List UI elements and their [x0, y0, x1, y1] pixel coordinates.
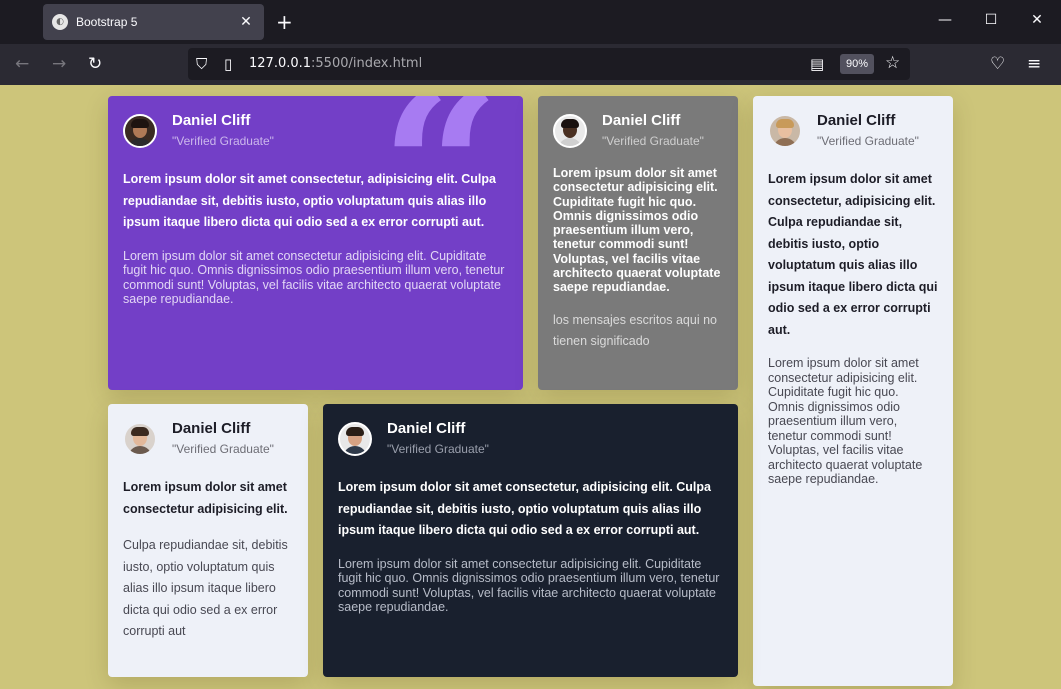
author-role: "Verified Graduate" [387, 442, 489, 456]
testimonial-body: Culpa repudiandae sit, debitis iusto, op… [123, 538, 288, 638]
url-bar[interactable]: ⛉ ▯ 127.0.0.1:5500/index.html ▤ 90% ☆ [188, 48, 910, 80]
testimonial-card-2: Daniel Cliff "Verified Graduate" Lorem i… [538, 96, 738, 390]
back-arrow-icon[interactable]: ← [15, 54, 29, 74]
card-header: Daniel Cliff "Verified Graduate" [338, 420, 723, 457]
close-window-icon[interactable]: ✕ [1027, 12, 1047, 28]
bookmark-star-icon[interactable]: ☆ [885, 53, 900, 73]
avatar [553, 113, 587, 148]
testimonial-body: Lorem ipsum dolor sit amet consectetur a… [768, 356, 923, 486]
browser-tab-bar: ◐ Bootstrap 5 ✕ + — ☐ ✕ [0, 0, 1061, 44]
reader-view-icon[interactable]: ▤ [810, 54, 824, 74]
browser-tab[interactable]: ◐ Bootstrap 5 ✕ [43, 4, 264, 40]
close-tab-icon[interactable]: ✕ [234, 14, 258, 30]
author-role: "Verified Graduate" [817, 134, 919, 148]
testimonial-lead: Lorem ipsum dolor sit amet consectetur, … [768, 172, 938, 337]
url-path: :5500/index.html [311, 56, 423, 71]
shield-icon[interactable]: ⛉ [196, 54, 207, 74]
reload-icon[interactable]: ↻ [88, 54, 102, 74]
testimonial-card-5: Daniel Cliff "Verified Graduate" Lorem i… [323, 404, 738, 677]
card-header: Daniel Cliff "Verified Graduate" [768, 112, 938, 149]
testimonial-lead: Lorem ipsum dolor sit amet consectetur a… [123, 480, 288, 516]
testimonial-body: los mensajes escritos aqui no tienen sig… [553, 312, 717, 349]
url-text[interactable]: 127.0.0.1:5500/index.html [249, 56, 422, 71]
avatar [123, 421, 157, 456]
menu-icon[interactable]: ≡ [1027, 54, 1041, 74]
avatar [123, 113, 157, 148]
forward-arrow-icon[interactable]: → [52, 54, 66, 74]
card-header: Daniel Cliff "Verified Graduate" [123, 420, 293, 457]
testimonial-lead: Lorem ipsum dolor sit amet consectetur, … [123, 172, 496, 229]
testimonial-card-1: “ Daniel Cliff "Verified Graduate" Lorem… [108, 96, 523, 390]
avatar [338, 421, 372, 456]
globe-icon: ◐ [52, 14, 68, 30]
card-header: Daniel Cliff "Verified Graduate" [553, 112, 723, 149]
url-host: 127.0.0.1 [249, 56, 312, 71]
author-name: Daniel Cliff [172, 112, 251, 129]
page-icon[interactable]: ▯ [224, 54, 232, 74]
testimonial-card-4: Daniel Cliff "Verified Graduate" Lorem i… [108, 404, 308, 677]
author-role: "Verified Graduate" [172, 442, 274, 456]
testimonial-lead: Lorem ipsum dolor sit amet consectetur a… [553, 166, 721, 295]
author-role: "Verified Graduate" [172, 134, 274, 148]
author-name: Daniel Cliff [602, 112, 681, 129]
maximize-icon[interactable]: ☐ [981, 12, 1001, 28]
new-tab-icon[interactable]: + [276, 12, 293, 32]
tab-title: Bootstrap 5 [76, 15, 138, 29]
browser-nav-bar: ← → ↻ ⛉ ▯ 127.0.0.1:5500/index.html ▤ 90… [0, 44, 1061, 85]
pocket-icon[interactable]: ♡ [990, 54, 1005, 74]
page-content: “ Daniel Cliff "Verified Graduate" Lorem… [0, 85, 1061, 689]
minimize-icon[interactable]: — [935, 12, 955, 28]
testimonial-card-3: Daniel Cliff "Verified Graduate" Lorem i… [753, 96, 953, 686]
card-header: Daniel Cliff "Verified Graduate" [123, 112, 508, 149]
zoom-badge[interactable]: 90% [840, 54, 874, 74]
testimonial-body: Lorem ipsum dolor sit amet consectetur a… [338, 556, 720, 615]
author-role: "Verified Graduate" [602, 134, 704, 148]
author-name: Daniel Cliff [172, 420, 251, 437]
author-name: Daniel Cliff [387, 420, 466, 437]
avatar [768, 113, 802, 148]
testimonial-lead: Lorem ipsum dolor sit amet consectetur, … [338, 480, 711, 537]
author-name: Daniel Cliff [817, 112, 896, 129]
testimonial-body: Lorem ipsum dolor sit amet consectetur a… [123, 248, 505, 307]
